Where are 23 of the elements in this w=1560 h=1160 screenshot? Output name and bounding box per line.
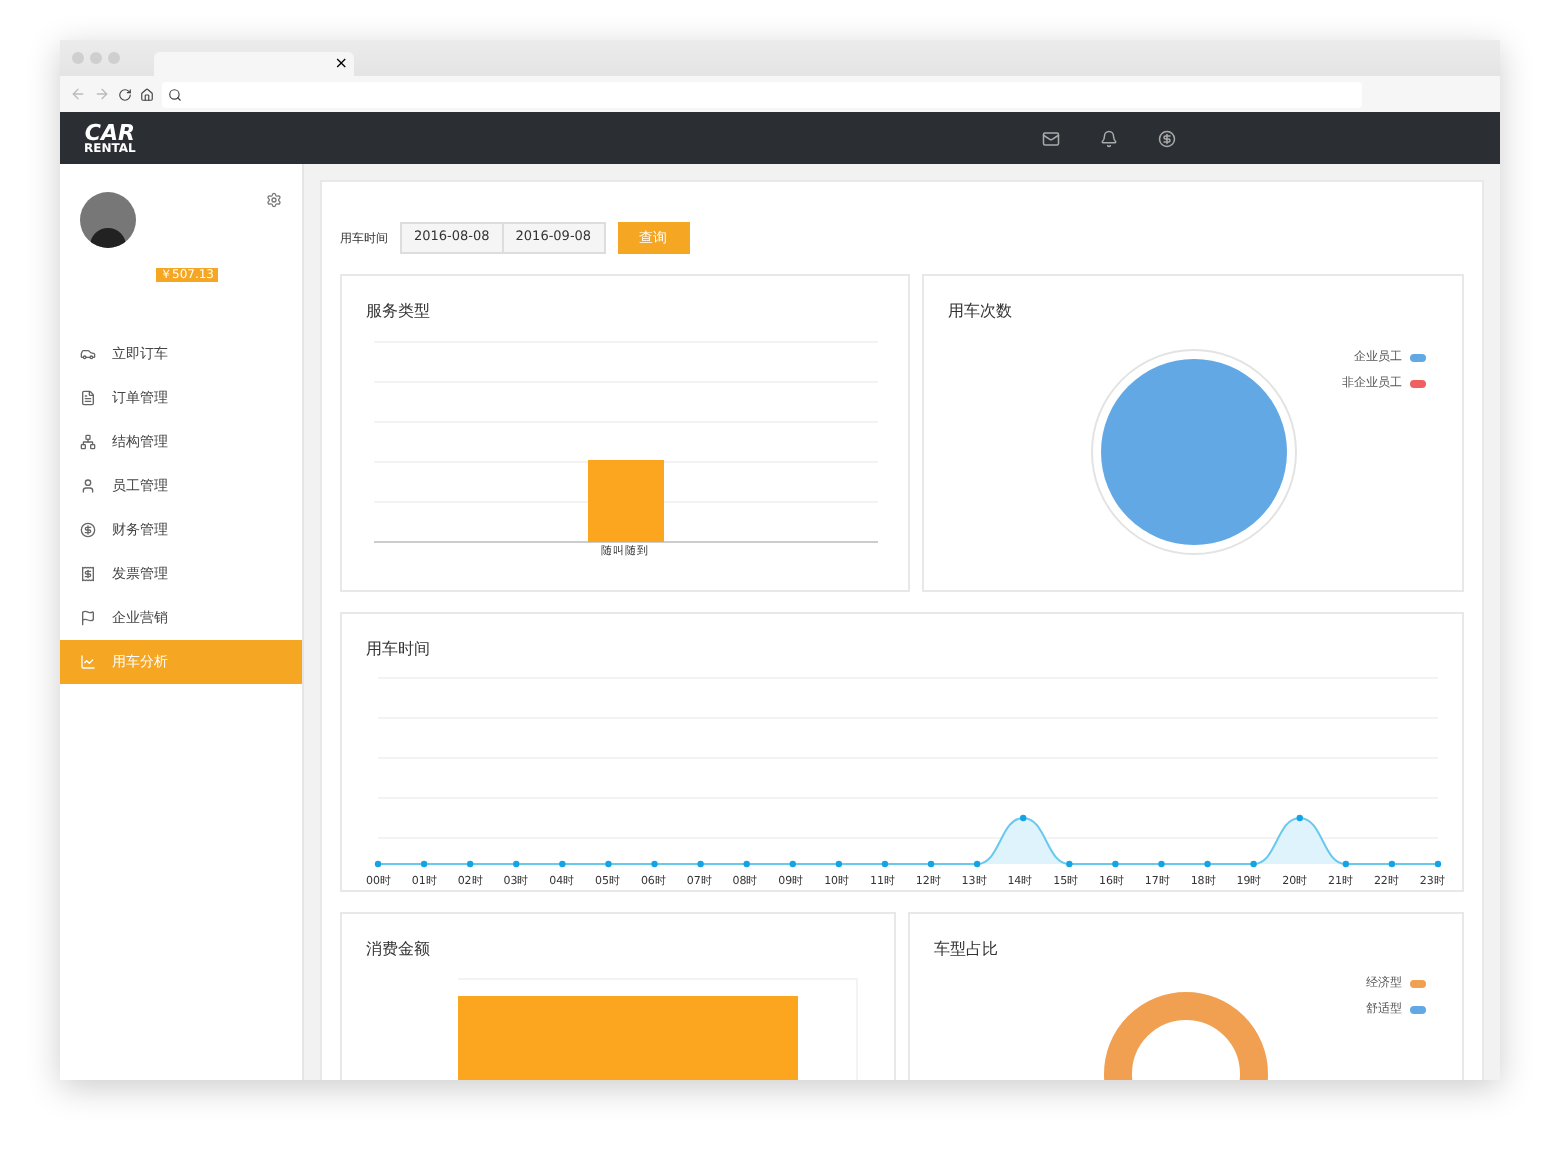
card-title: 车型占比 [934,938,1000,963]
menu-icon [80,346,96,362]
card-title: 用车次数 [948,300,1014,324]
menu-icon [80,566,96,582]
menu-icon [80,434,96,450]
menu-icon [80,522,96,538]
menu-icon [80,610,96,626]
menu-icon [80,390,96,406]
tab-close-button[interactable]: × [334,56,348,72]
browser-tab[interactable]: × [154,52,354,76]
mail-icon[interactable] [1042,129,1060,147]
avatar [80,192,136,248]
menu-icon [80,654,96,670]
search-icon [168,87,182,101]
home-icon[interactable] [140,87,154,101]
money-icon[interactable] [1158,129,1176,147]
card-title: 消费金额 [366,938,432,963]
settings-icon[interactable] [266,192,282,208]
menu-icon [80,478,96,494]
reload-icon[interactable] [118,87,132,101]
card-title: 服务类型 [366,300,432,324]
bell-icon[interactable] [1100,129,1118,147]
card-title: 用车时间 [366,638,432,662]
